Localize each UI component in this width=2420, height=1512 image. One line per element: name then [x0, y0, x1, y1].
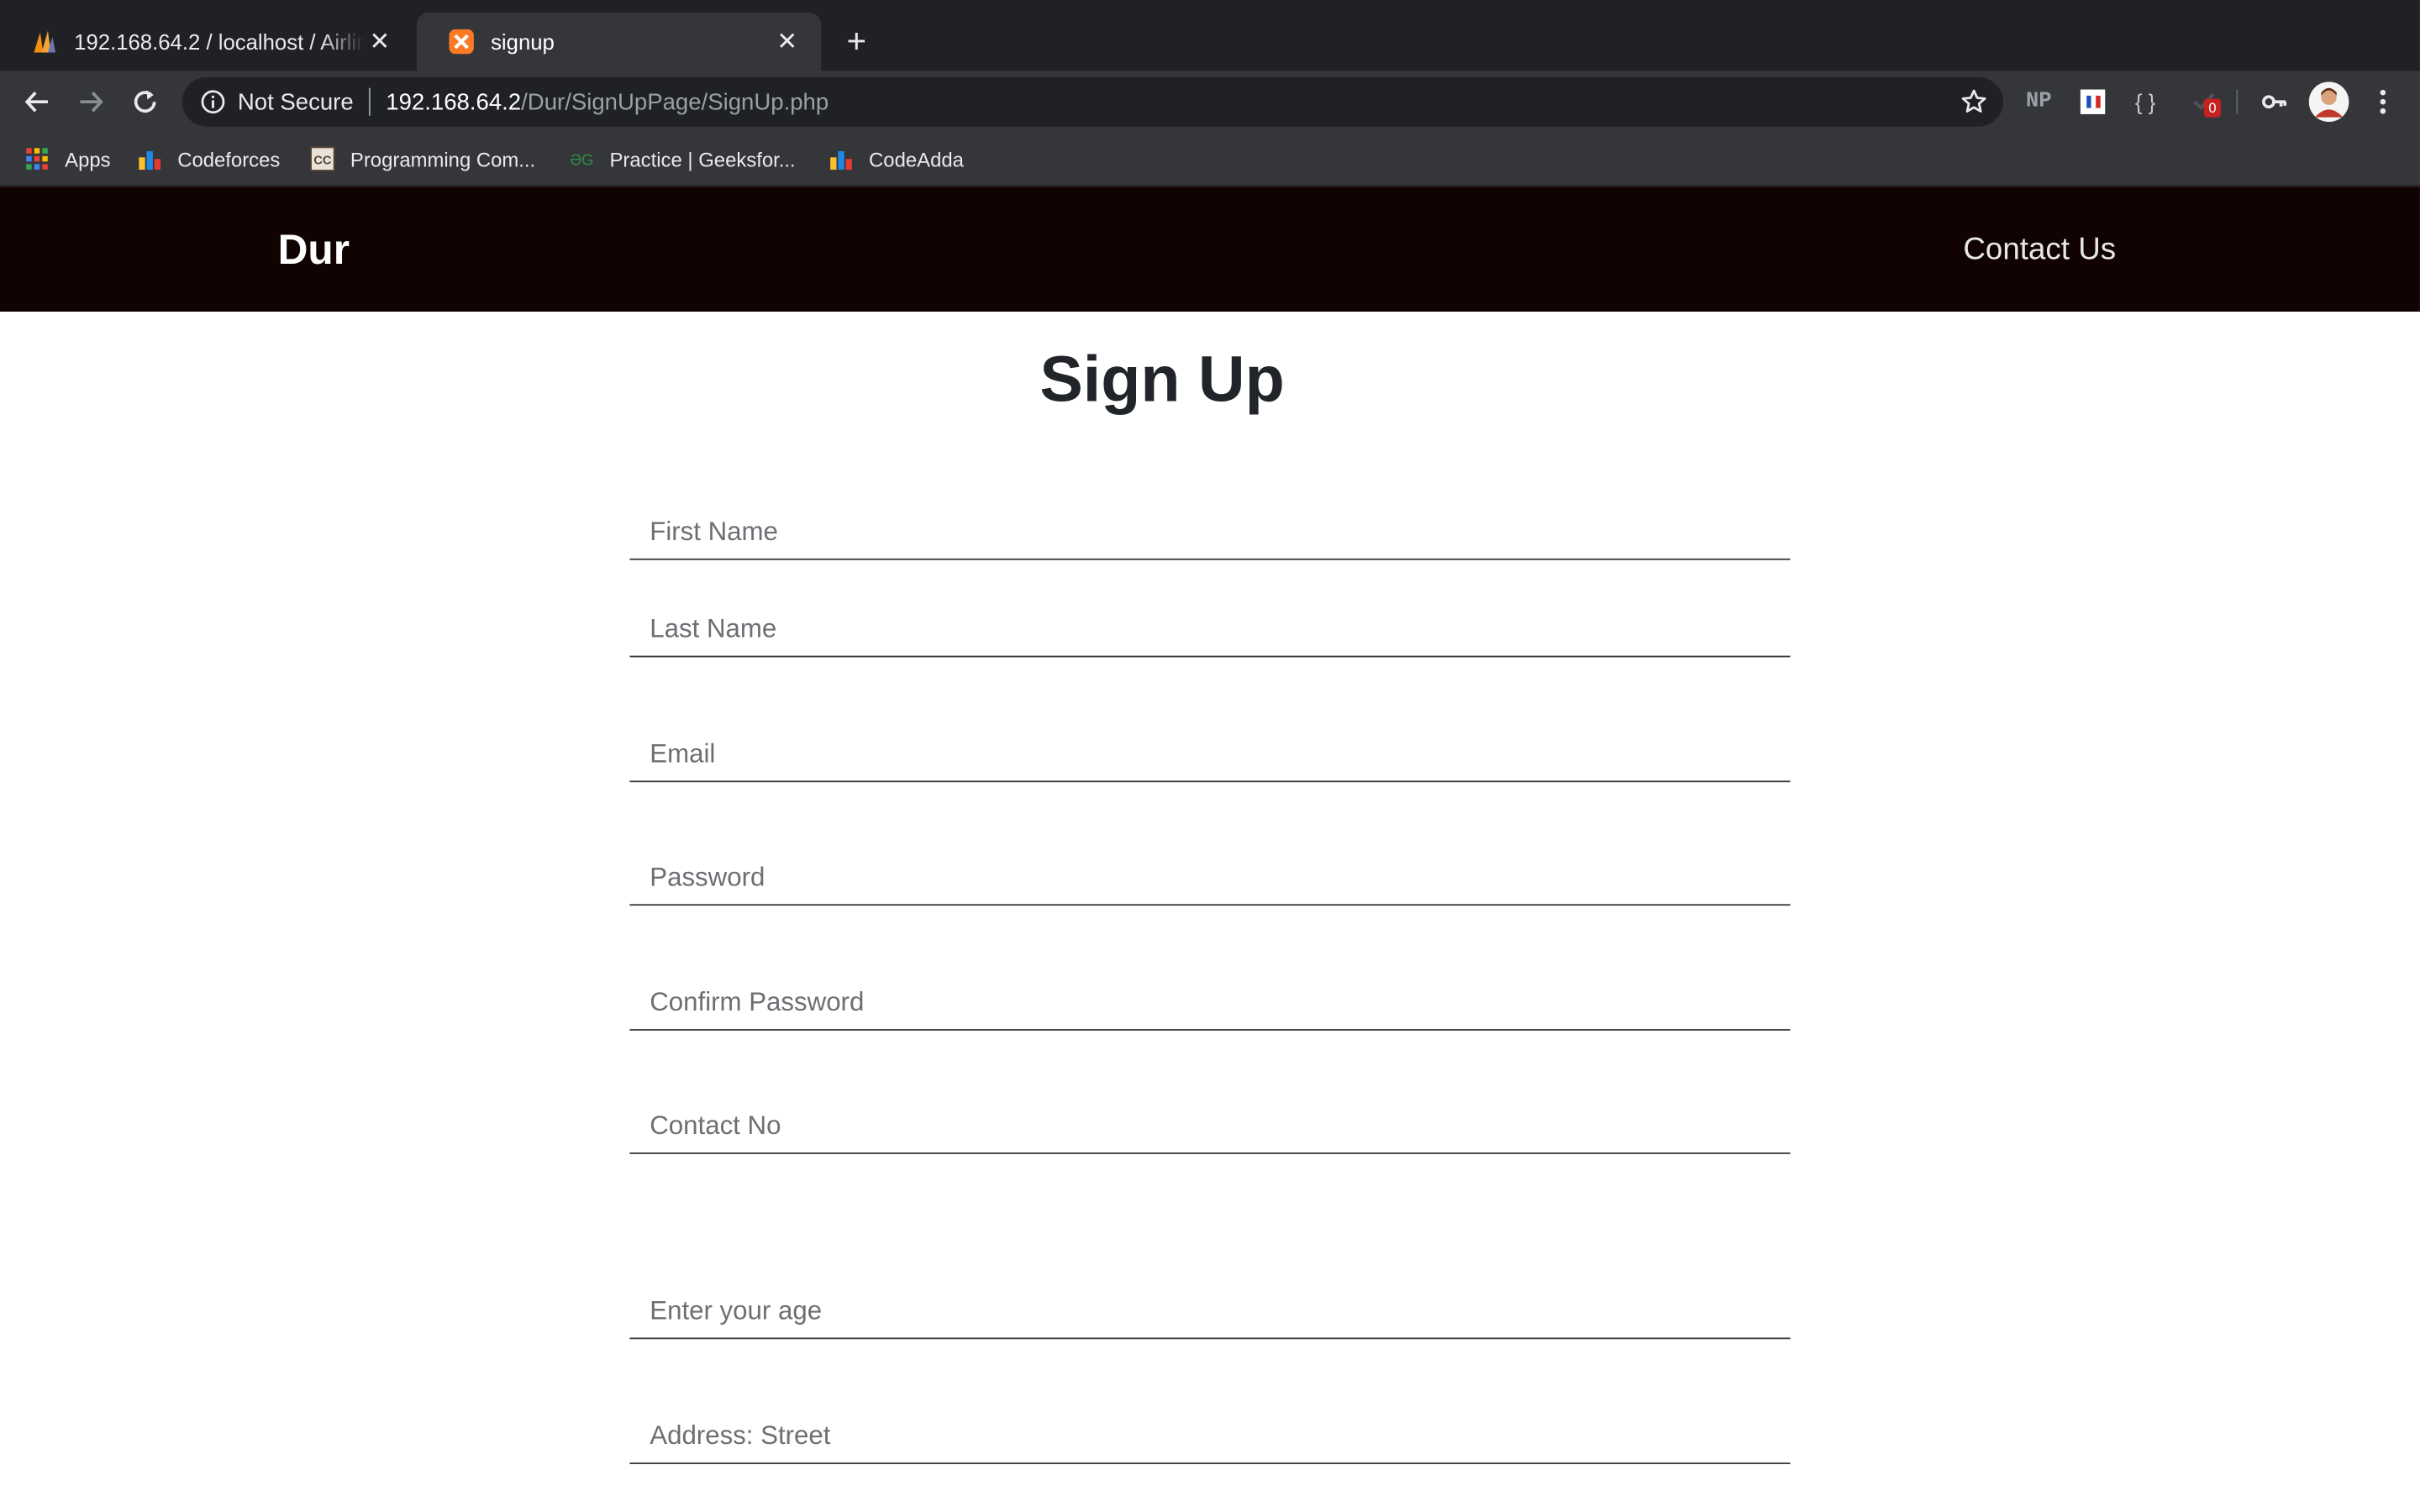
- extension-badge: 0: [2203, 98, 2222, 118]
- phpmyadmin-icon: [31, 28, 59, 55]
- contact-us-link[interactable]: Contact Us: [1963, 233, 2116, 268]
- bookmark-label: Codeforces: [177, 147, 281, 171]
- svg-text:ƏG: ƏG: [570, 151, 593, 169]
- bookmark-codechef[interactable]: CC Programming Com...: [310, 145, 535, 173]
- first-name-input[interactable]: [629, 504, 1791, 560]
- last-name-input[interactable]: [629, 601, 1791, 658]
- address-bar[interactable]: Not Secure 192.168.64.2 /Dur/SignUpPage/…: [182, 76, 2004, 127]
- divider: [2236, 89, 2238, 114]
- contact-number-input[interactable]: [629, 1098, 1791, 1154]
- tab-title: signup: [491, 29, 555, 55]
- address-street-input[interactable]: [629, 1408, 1791, 1465]
- bookmark-label: Programming Com...: [350, 147, 536, 171]
- url-host: 192.168.64.2: [386, 88, 522, 115]
- xampp-icon: [448, 28, 476, 55]
- flag-extension-icon[interactable]: [2077, 87, 2108, 118]
- profile-avatar[interactable]: [2308, 81, 2349, 123]
- email-input[interactable]: [629, 727, 1791, 783]
- codeadda-icon: [829, 146, 853, 171]
- security-label: Not Secure: [237, 88, 354, 115]
- bookmark-label: Practice | Geeksfor...: [609, 147, 796, 171]
- forward-icon[interactable]: [72, 83, 109, 120]
- menu-icon[interactable]: [2370, 87, 2395, 118]
- new-tab-icon[interactable]: +: [839, 22, 873, 62]
- braces-extension-icon[interactable]: { }: [2127, 87, 2164, 118]
- close-tab-icon[interactable]: ✕: [364, 26, 395, 57]
- tab-phpmyadmin[interactable]: 192.168.64.2 / localhost / Airline ✕: [0, 13, 413, 71]
- tab-title: 192.168.64.2 / localhost / Airline: [74, 29, 365, 55]
- bookmark-codeadda[interactable]: CodeAdda: [829, 145, 964, 173]
- codechef-icon: CC: [310, 146, 335, 171]
- password-input[interactable]: [629, 850, 1791, 906]
- tab-signup[interactable]: signup ✕: [416, 12, 822, 71]
- key-icon[interactable]: [2260, 87, 2291, 118]
- url-path: /Dur/SignUpPage/SignUp.php: [521, 88, 829, 115]
- reload-icon[interactable]: [127, 83, 164, 120]
- bookmarks-bar: Apps Codeforces CC Programming Com... ƏG…: [0, 132, 2420, 187]
- confirm-password-input[interactable]: [629, 974, 1791, 1031]
- site-navbar: Dur Contact Us: [0, 186, 2420, 312]
- info-icon[interactable]: [201, 90, 225, 114]
- apps-grid-icon: [24, 146, 49, 171]
- age-input[interactable]: [629, 1284, 1791, 1340]
- bookmark-label: Apps: [65, 147, 111, 171]
- geeksforgeeks-icon: ƏG: [570, 146, 594, 171]
- page-title: Sign Up: [1039, 342, 1285, 416]
- codeforces-icon: [137, 146, 161, 171]
- brand-logo[interactable]: Dur: [278, 227, 350, 275]
- bookmark-label: CodeAdda: [869, 147, 964, 171]
- divider: [369, 87, 371, 116]
- back-icon[interactable]: [18, 83, 55, 120]
- bookmark-codeforces[interactable]: Codeforces: [137, 145, 280, 173]
- bookmark-geeksforgeeks[interactable]: ƏG Practice | Geeksfor...: [570, 145, 796, 173]
- tab-strip: 192.168.64.2 / localhost / Airline ✕ sig…: [0, 0, 2420, 71]
- bookmark-star-icon[interactable]: [1960, 88, 1988, 116]
- browser-toolbar: Not Secure 192.168.64.2 /Dur/SignUpPage/…: [0, 71, 2420, 133]
- close-tab-icon[interactable]: ✕: [771, 26, 802, 57]
- np-extension-icon[interactable]: NP: [2022, 87, 2055, 118]
- check-extension-icon[interactable]: 0: [2182, 87, 2225, 118]
- bookmark-apps[interactable]: Apps: [24, 145, 111, 173]
- svg-text:CC: CC: [313, 155, 332, 168]
